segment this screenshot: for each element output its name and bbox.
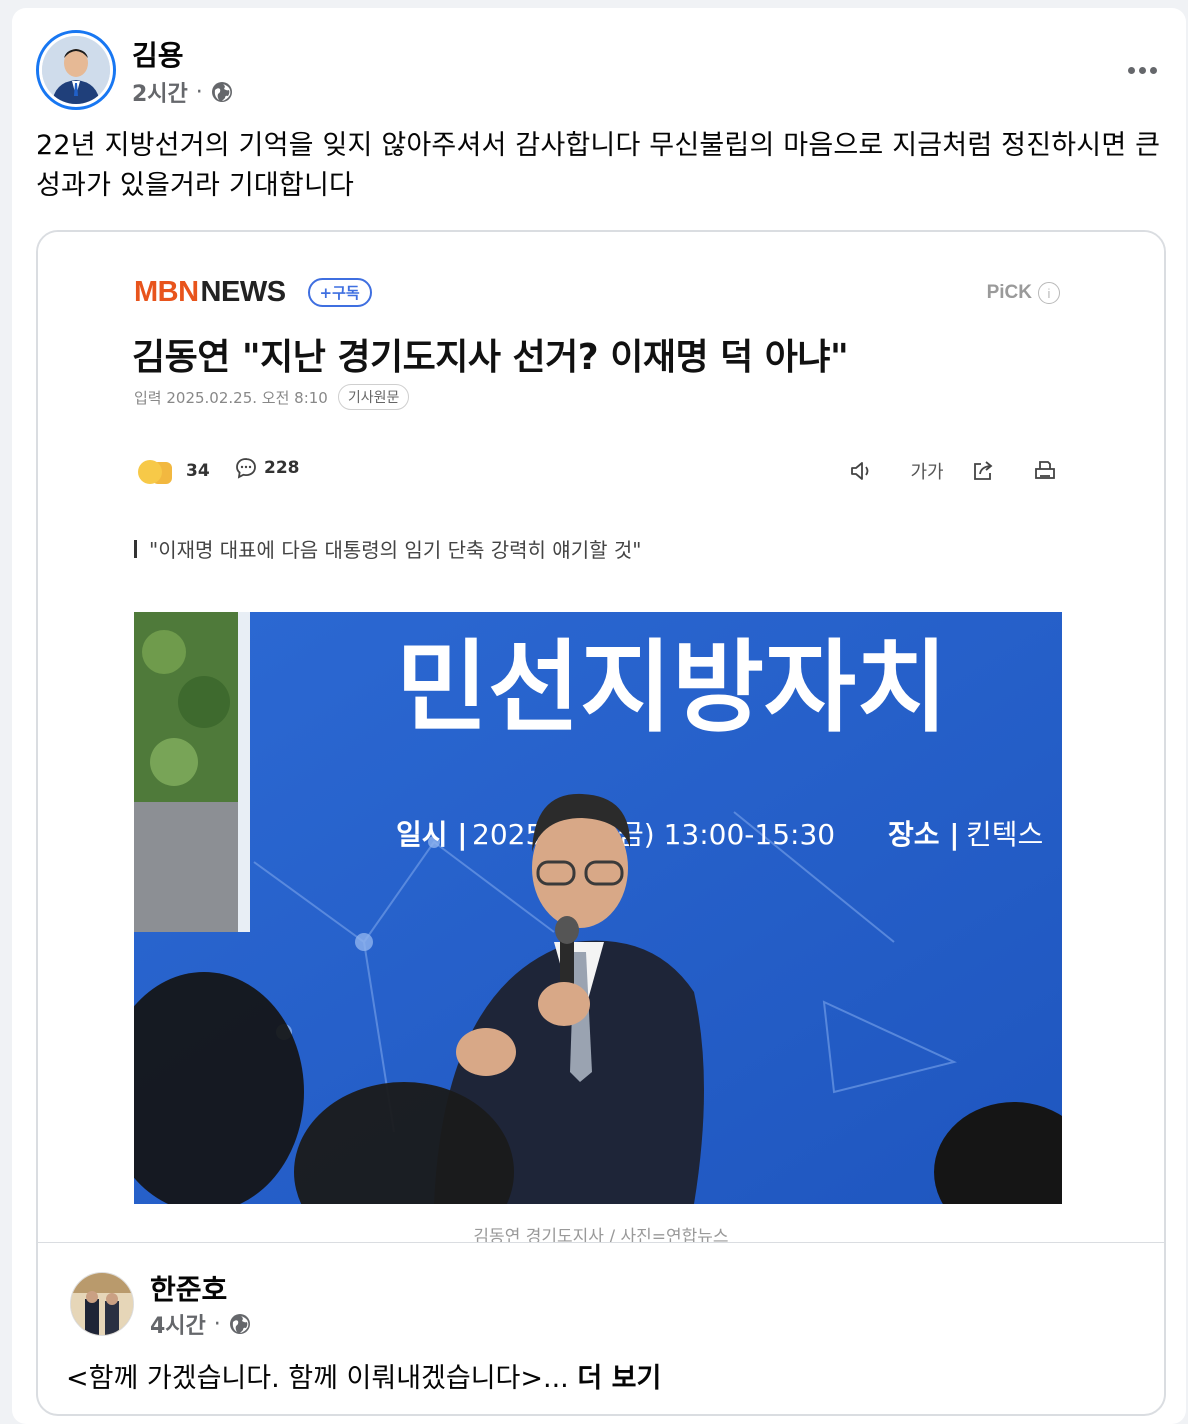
meta-separator: · bbox=[213, 1311, 221, 1337]
font-size-button[interactable]: 가가 bbox=[904, 454, 950, 488]
shared-post[interactable]: MBN NEWS +구독 PiCK i 김동연 "지난 경기도지사 선거? 이재… bbox=[36, 230, 1166, 1416]
pick-badge: PiCK i bbox=[987, 282, 1060, 304]
globe-icon bbox=[211, 82, 232, 102]
post-meta: 2시간 · bbox=[132, 76, 233, 108]
post-header: 김용 2시간 · bbox=[36, 30, 1166, 110]
reaction-count-value: 34 bbox=[186, 461, 210, 481]
info-icon[interactable]: i bbox=[1038, 282, 1060, 304]
more-icon[interactable] bbox=[1120, 48, 1164, 92]
article-toolbar: 34 228 가가 bbox=[134, 454, 1064, 490]
shared-author-name[interactable]: 한준호 bbox=[150, 1268, 227, 1308]
shared-post-meta: 4시간 · bbox=[150, 1308, 251, 1340]
shared-post-header: 한준호 4시간 · bbox=[70, 1268, 1130, 1340]
share-icon[interactable] bbox=[966, 454, 1000, 488]
schedule-label: 일시 | bbox=[396, 818, 468, 851]
reaction-emoji-icon bbox=[134, 456, 178, 486]
venue-label: 장소 | bbox=[888, 818, 960, 851]
post-text: 22년 지방선거의 기억을 잊지 않아주셔서 감사합니다 무신불립의 마음으로 … bbox=[36, 130, 1161, 201]
banner-text: 민선지방자치 bbox=[396, 629, 948, 746]
divider bbox=[38, 1242, 1164, 1243]
photo-caption: 김동연 경기도지사 / 사진=연합뉴스 bbox=[473, 1227, 729, 1242]
schedule-time: 금) 13:00-15:30 bbox=[618, 818, 835, 851]
globe-icon bbox=[229, 1314, 250, 1334]
shared-post-body: <함께 가겠습니다. 함께 이뤄내겠습니다>... bbox=[66, 1363, 569, 1394]
author-name[interactable]: 김용 bbox=[132, 34, 184, 74]
subhead-bar bbox=[134, 539, 137, 558]
article-headline: 김동연 "지난 경기도지사 선거? 이재명 덕 아냐" bbox=[132, 337, 849, 378]
avatar-photo bbox=[42, 36, 110, 104]
see-more-link[interactable]: 더 보기 bbox=[577, 1363, 661, 1394]
news-brand: NEWS bbox=[200, 276, 287, 308]
original-article-button[interactable]: 기사원문 bbox=[337, 384, 410, 410]
speaker-icon[interactable] bbox=[844, 454, 878, 488]
reaction-count[interactable]: 34 bbox=[134, 456, 210, 486]
author-avatar[interactable] bbox=[36, 30, 116, 110]
mbn-brand: MBN bbox=[134, 276, 199, 308]
post-time[interactable]: 2시간 bbox=[132, 76, 188, 108]
article-photo[interactable]: 민선지방자치 일시 | 2025 금) 13:00-15:30 장소 | 킨텍스 bbox=[134, 612, 1062, 1204]
mbn-logo: MBN NEWS +구독 bbox=[134, 276, 372, 309]
comment-count[interactable]: 228 bbox=[234, 456, 300, 480]
subhead-text: "이재명 대표에 다음 대통령의 임기 단축 강력히 얘기할 것" bbox=[149, 538, 642, 562]
shared-post-text: <함께 가겠습니다. 함께 이뤄내겠습니다>... 더 보기 bbox=[66, 1356, 661, 1395]
pick-label: PiCK bbox=[986, 282, 1032, 303]
shared-post-time[interactable]: 4시간 bbox=[150, 1308, 206, 1340]
post-card: 김용 2시간 · 22년 지방선거의 기억을 잊지 않아주셔서 감사합니다 무신… bbox=[12, 8, 1186, 1424]
shared-author-avatar[interactable] bbox=[70, 1272, 134, 1336]
print-icon[interactable] bbox=[1028, 454, 1062, 488]
article-dateline: 입력 2025.02.25. 오전 8:10 기사원문 bbox=[134, 384, 410, 410]
meta-separator: · bbox=[195, 79, 203, 105]
font-size-label: 가가 bbox=[910, 462, 944, 483]
article-subhead: "이재명 대표에 다음 대통령의 임기 단축 강력히 얘기할 것" bbox=[134, 534, 641, 563]
venue-value: 킨텍스 bbox=[966, 818, 1043, 851]
published-date: 입력 2025.02.25. 오전 8:10 bbox=[134, 388, 328, 407]
comment-count-value: 228 bbox=[264, 458, 300, 478]
comment-icon bbox=[236, 458, 256, 479]
subscribe-button[interactable]: +구독 bbox=[307, 278, 372, 307]
article-screenshot[interactable]: MBN NEWS +구독 PiCK i 김동연 "지난 경기도지사 선거? 이재… bbox=[38, 232, 1164, 1242]
